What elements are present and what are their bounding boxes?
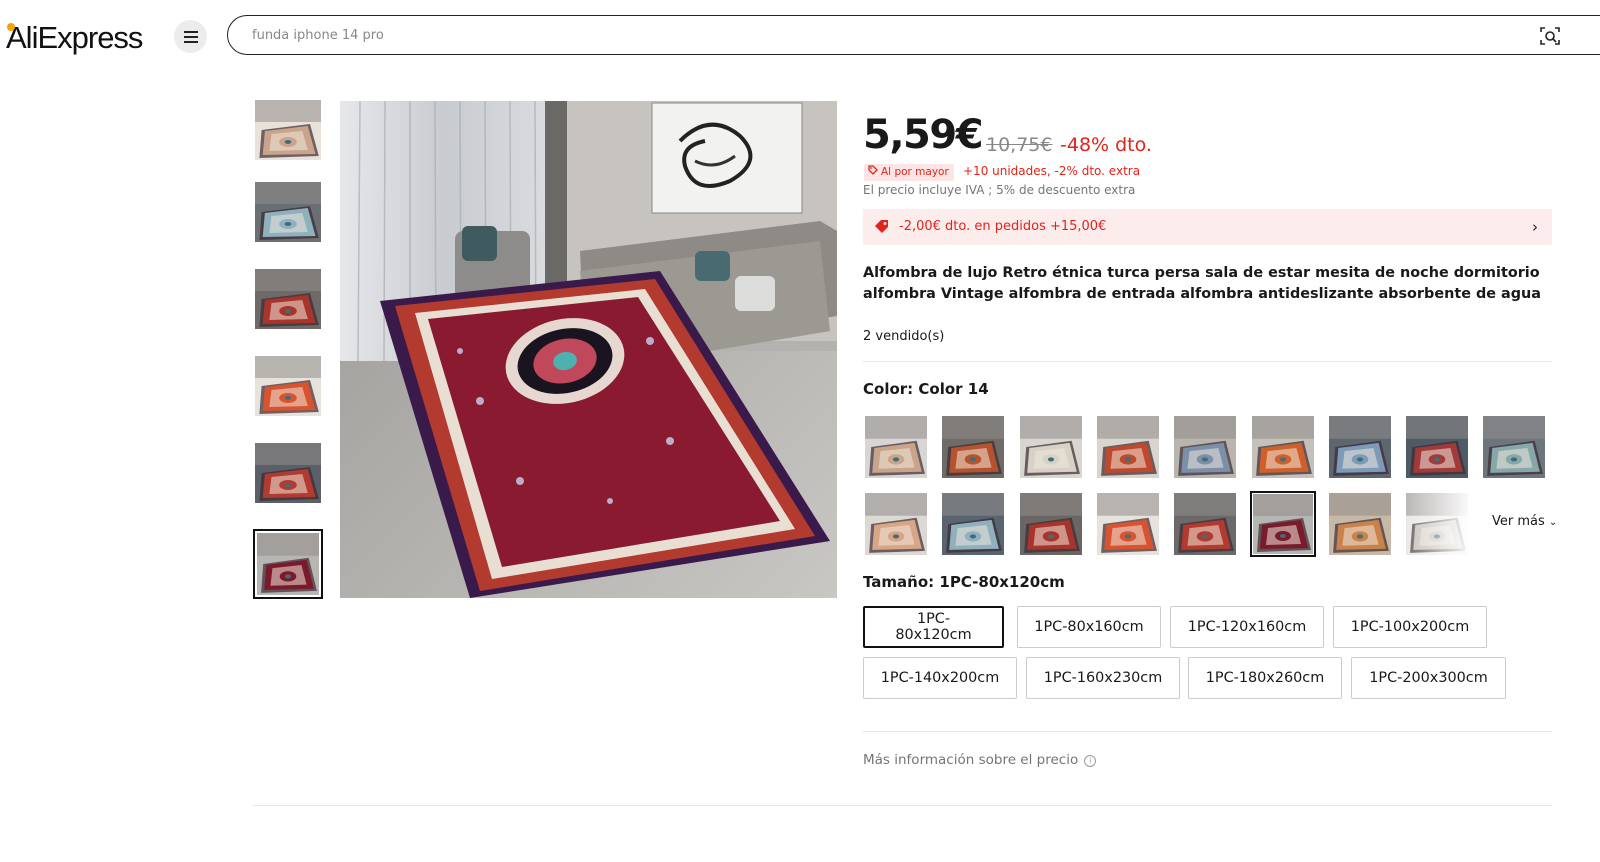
size-option-8[interactable]: 1PC-200x300cm — [1351, 657, 1506, 699]
color-swatch-16[interactable] — [1327, 491, 1393, 557]
size-option-5[interactable]: 1PC-140x200cm — [863, 657, 1017, 699]
coupon-tag-icon — [874, 219, 890, 238]
price-info-link[interactable]: Más información sobre el precio i — [863, 752, 1097, 768]
wholesale-badge: Al por mayor — [864, 164, 954, 181]
coupon-text: -2,00€ dto. en pedidos +15,00€ — [899, 219, 1107, 234]
divider — [863, 731, 1552, 732]
color-swatch-17[interactable] — [1404, 491, 1471, 557]
sold-count: 2 vendido(s) — [863, 329, 945, 344]
chevron-down-icon: ⌄ — [1548, 517, 1558, 528]
gallery-thumb-6[interactable] — [253, 529, 323, 599]
search-input[interactable] — [252, 24, 1532, 46]
header: AliExpress — [0, 0, 1600, 72]
color-swatch-14[interactable] — [1172, 491, 1238, 557]
logo-text: AliExpress — [6, 20, 143, 55]
divider — [863, 361, 1552, 362]
color-swatch-15[interactable] — [1249, 491, 1316, 557]
tag-icon — [868, 164, 878, 181]
coupon-banner[interactable]: -2,00€ dto. en pedidos +15,00€ › — [863, 209, 1552, 245]
color-swatch-10[interactable] — [863, 491, 929, 557]
color-swatches — [863, 414, 1563, 560]
see-more-label: Ver más — [1492, 514, 1545, 529]
size-option-7[interactable]: 1PC-180x260cm — [1188, 657, 1342, 699]
gallery-thumb-1[interactable] — [255, 100, 321, 160]
info-icon: i — [1084, 755, 1097, 767]
gallery-thumb-5[interactable] — [255, 443, 321, 503]
color-swatch-11[interactable] — [940, 491, 1006, 557]
gallery-thumb-4[interactable] — [255, 356, 321, 416]
see-more-colors-button[interactable]: Ver más ⌄ — [1492, 514, 1557, 529]
gallery-thumb-3[interactable] — [255, 269, 321, 329]
color-swatch-6[interactable] — [1250, 414, 1316, 480]
divider — [253, 805, 1552, 806]
gallery-thumb-2[interactable] — [255, 182, 321, 242]
color-swatch-12[interactable] — [1018, 491, 1084, 557]
color-swatch-3[interactable] — [1018, 414, 1084, 480]
color-swatch-9[interactable] — [1481, 414, 1547, 480]
price-info-label: Más información sobre el precio — [863, 752, 1079, 768]
wholesale-offer-text: +10 unidades, -2% dto. extra — [963, 164, 1141, 178]
size-option-1[interactable]: 1PC-80x120cm — [863, 606, 1004, 648]
product-title: Alfombra de lujo Retro étnica turca pers… — [863, 265, 1542, 302]
aliexpress-logo[interactable]: AliExpress — [6, 19, 143, 57]
vat-note: El precio incluye IVA ; 5% de descuento … — [863, 183, 1136, 197]
color-label: Color: Color 14 — [863, 380, 989, 398]
size-option-3[interactable]: 1PC-120x160cm — [1170, 606, 1324, 648]
size-option-2[interactable]: 1PC-80x160cm — [1017, 606, 1161, 648]
discount-label: -48% dto. — [1060, 134, 1152, 156]
search-bar — [227, 15, 1600, 55]
color-swatch-13[interactable] — [1095, 491, 1161, 557]
image-search-icon[interactable] — [1539, 25, 1561, 47]
original-price: 10,75€ — [986, 134, 1053, 156]
hamburger-menu-icon[interactable] — [174, 20, 207, 53]
logo-dot — [7, 23, 15, 31]
color-swatch-4[interactable] — [1095, 414, 1161, 480]
main-product-image[interactable] — [340, 101, 837, 598]
wholesale-badge-label: Al por mayor — [881, 166, 949, 178]
size-option-4[interactable]: 1PC-100x200cm — [1333, 606, 1487, 648]
color-swatch-7[interactable] — [1327, 414, 1393, 480]
color-swatch-1[interactable] — [863, 414, 929, 480]
rug-room-illustration — [340, 101, 837, 598]
size-option-6[interactable]: 1PC-160x230cm — [1026, 657, 1180, 699]
current-price: 5,59€ — [863, 112, 984, 158]
size-label: Tamaño: 1PC-80x120cm — [863, 573, 1065, 591]
chevron-right-icon: › — [1532, 218, 1538, 236]
color-swatch-2[interactable] — [940, 414, 1006, 480]
color-swatch-5[interactable] — [1172, 414, 1238, 480]
color-swatch-8[interactable] — [1404, 414, 1470, 480]
